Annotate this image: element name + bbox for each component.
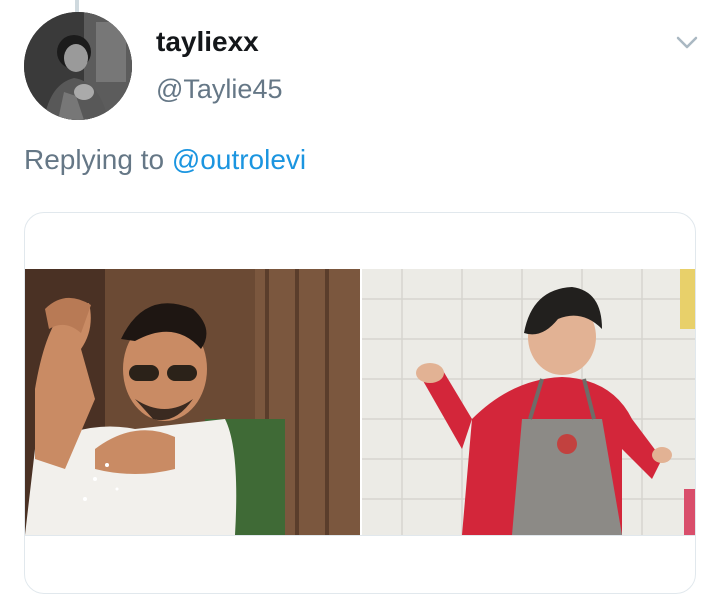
photo-left-salt-gesture[interactable]	[25, 269, 360, 535]
media-card[interactable]	[24, 212, 696, 594]
author-display-name[interactable]: tayliexx	[156, 26, 259, 58]
avatar[interactable]	[24, 12, 132, 120]
card-divider	[25, 535, 695, 536]
reply-context: Replying to @outrolevi	[24, 144, 306, 176]
reply-context-prefix: Replying to	[24, 144, 172, 175]
reply-mention-link[interactable]: @outrolevi	[172, 144, 306, 175]
media-grid	[25, 269, 695, 535]
photo-right-apron-gesture[interactable]	[362, 269, 695, 535]
thread-connector-line	[75, 0, 79, 12]
chevron-down-icon[interactable]	[672, 30, 702, 54]
author-handle[interactable]: @Taylie45	[156, 74, 282, 105]
avatar-photo	[24, 12, 132, 120]
